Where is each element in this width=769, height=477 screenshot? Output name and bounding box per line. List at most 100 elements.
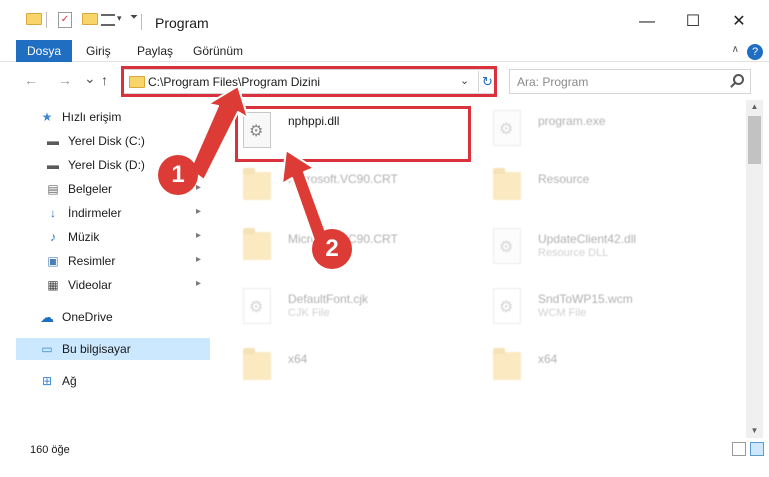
file-icon bbox=[490, 286, 524, 328]
documents-icon: ▤ bbox=[47, 182, 59, 196]
sidebar-item-onedrive[interactable]: ☁ OneDrive bbox=[16, 306, 210, 328]
pin-icon[interactable]: ▸ bbox=[196, 206, 201, 217]
scroll-thumb[interactable] bbox=[748, 116, 761, 164]
details-view-icon[interactable] bbox=[732, 442, 746, 456]
sidebar-item-label: Resimler bbox=[68, 254, 116, 268]
vertical-scrollbar[interactable]: ▲ ▼ bbox=[746, 100, 763, 438]
file-item-folder[interactable]: x64 bbox=[490, 346, 730, 402]
file-item-folder[interactable]: Microsoft.VC90.CRT bbox=[240, 226, 480, 282]
sidebar-item-videos[interactable]: ▦ Videolar ▸ bbox=[16, 274, 210, 296]
tab-file[interactable]: Dosya bbox=[16, 40, 72, 62]
navigation-pane: ★ Hızlı erişim ▬ Yerel Disk (C:) ▬ Yerel… bbox=[0, 100, 218, 438]
network-icon: ⊞ bbox=[41, 374, 53, 388]
file-name: Microsoft.VC90.CRT bbox=[288, 172, 398, 186]
sidebar-item-label: Ağ bbox=[62, 374, 77, 388]
file-name: Resource bbox=[538, 172, 590, 186]
sidebar-item-quick-access[interactable]: ★ Hızlı erişim bbox=[16, 106, 210, 128]
file-type: CJK File bbox=[288, 307, 330, 319]
sidebar-item-label: Hızlı erişim bbox=[62, 110, 122, 124]
sidebar-item-label: Müzik bbox=[68, 230, 100, 244]
star-icon: ★ bbox=[41, 110, 53, 124]
file-name: x64 bbox=[288, 352, 308, 366]
dll-file-icon bbox=[490, 226, 524, 268]
videos-icon: ▦ bbox=[47, 278, 59, 292]
customize-icon[interactable] bbox=[101, 14, 115, 26]
sidebar-item-label: Yerel Disk (C:) bbox=[68, 134, 145, 148]
pictures-icon: ▣ bbox=[47, 254, 59, 268]
sidebar-item-downloads[interactable]: ↓ İndirmeler ▸ bbox=[16, 202, 210, 224]
recent-locations-button[interactable]: ⌄ bbox=[84, 70, 96, 87]
sidebar-item-label: Yerel Disk (D:) bbox=[68, 158, 145, 172]
file-name: UpdateClient42.dll bbox=[538, 232, 637, 246]
file-name: SndToWP15.wcm bbox=[538, 292, 633, 306]
file-name: x64 bbox=[538, 352, 558, 366]
close-button[interactable]: ✕ bbox=[717, 8, 761, 36]
scroll-up-icon[interactable]: ▲ bbox=[746, 100, 763, 114]
sidebar-item-local-disk-c[interactable]: ▬ Yerel Disk (C:) bbox=[16, 130, 210, 152]
file-icon bbox=[240, 286, 274, 328]
pin-icon[interactable]: ▸ bbox=[196, 182, 201, 193]
pin-icon[interactable]: ▸ bbox=[196, 278, 201, 289]
folder-icon bbox=[240, 226, 274, 268]
sidebar-item-music[interactable]: ♪ Müzik ▸ bbox=[16, 226, 210, 248]
search-icon[interactable] bbox=[733, 74, 744, 85]
sidebar-item-label: İndirmeler bbox=[68, 206, 122, 220]
tab-view[interactable]: Görünüm bbox=[193, 40, 243, 62]
new-folder-icon[interactable] bbox=[82, 13, 98, 25]
quick-access-dropdown-icon[interactable]: ⏷ bbox=[130, 12, 138, 23]
file-item-folder[interactable]: Microsoft.VC90.CRT bbox=[240, 166, 480, 222]
sidebar-item-label: Videolar bbox=[68, 278, 112, 292]
sidebar-item-pictures[interactable]: ▣ Resimler ▸ bbox=[16, 250, 210, 272]
file-item-folder[interactable]: x64 bbox=[240, 346, 480, 402]
pin-icon[interactable]: ▸ bbox=[196, 230, 201, 241]
sidebar-item-this-pc[interactable]: ▭ Bu bilgisayar bbox=[16, 338, 210, 360]
forward-button[interactable]: → bbox=[58, 72, 72, 88]
exe-file-icon bbox=[490, 108, 524, 150]
search-input[interactable]: Ara: Program bbox=[517, 75, 588, 89]
search-box[interactable]: Ara: Program bbox=[509, 69, 751, 94]
folder-icon bbox=[490, 346, 524, 388]
sidebar-item-label: OneDrive bbox=[62, 310, 113, 324]
file-item-program-exe[interactable]: program.exe bbox=[490, 108, 730, 164]
chevron-down-icon[interactable]: ▾ bbox=[117, 13, 122, 24]
sidebar-item-label: Belgeler bbox=[68, 182, 113, 196]
computer-icon: ▭ bbox=[41, 342, 53, 356]
drive-icon: ▬ bbox=[47, 158, 59, 172]
step-1-badge: 1 bbox=[158, 155, 198, 195]
music-icon: ♪ bbox=[50, 230, 56, 244]
file-item-cjk[interactable]: DefaultFont.cjk CJK File bbox=[240, 286, 480, 342]
sidebar-item-network[interactable]: ⊞ Ağ bbox=[16, 370, 210, 392]
back-button[interactable]: ← bbox=[24, 72, 38, 88]
folder-icon bbox=[240, 346, 274, 388]
download-icon: ↓ bbox=[50, 206, 56, 220]
title-bar: ✓ ▾ ⏷ Program — ☐ ✕ bbox=[0, 0, 769, 40]
file-item-wcm[interactable]: SndToWP15.wcm WCM File bbox=[490, 286, 730, 342]
sidebar-item-label: Bu bilgisayar bbox=[62, 342, 131, 356]
address-highlight-box bbox=[121, 66, 497, 97]
scroll-down-icon[interactable]: ▼ bbox=[746, 424, 763, 438]
tab-home[interactable]: Giriş bbox=[86, 40, 111, 62]
file-name: program.exe bbox=[538, 114, 606, 128]
step-2-badge: 2 bbox=[312, 229, 352, 269]
file-type: Resource DLL bbox=[538, 247, 609, 259]
tab-share[interactable]: Paylaş bbox=[137, 40, 173, 62]
maximize-button[interactable]: ☐ bbox=[671, 8, 715, 36]
up-button[interactable]: ↑ bbox=[101, 72, 108, 88]
drive-icon: ▬ bbox=[47, 134, 59, 148]
folder-icon bbox=[240, 166, 274, 208]
title-divider bbox=[141, 14, 142, 30]
help-icon[interactable]: ? bbox=[747, 44, 763, 60]
file-type: WCM File bbox=[538, 307, 587, 319]
properties-icon[interactable]: ✓ bbox=[58, 12, 72, 28]
file-item-folder[interactable]: Resource bbox=[490, 166, 730, 222]
status-bar: 160 öğe bbox=[0, 438, 769, 462]
collapse-ribbon-icon[interactable]: ∧ bbox=[732, 44, 739, 55]
item-count: 160 öğe bbox=[30, 444, 70, 456]
pin-icon[interactable]: ▸ bbox=[196, 254, 201, 265]
ribbon-tabs: Dosya Giriş Paylaş Görünüm ∧ ? bbox=[0, 40, 769, 62]
minimize-button[interactable]: — bbox=[625, 8, 669, 36]
file-name: DefaultFont.cjk bbox=[288, 292, 369, 306]
file-item-dll[interactable]: UpdateClient42.dll Resource DLL bbox=[490, 226, 730, 282]
large-icons-view-icon[interactable] bbox=[750, 442, 764, 456]
file-highlight-box bbox=[235, 106, 471, 162]
